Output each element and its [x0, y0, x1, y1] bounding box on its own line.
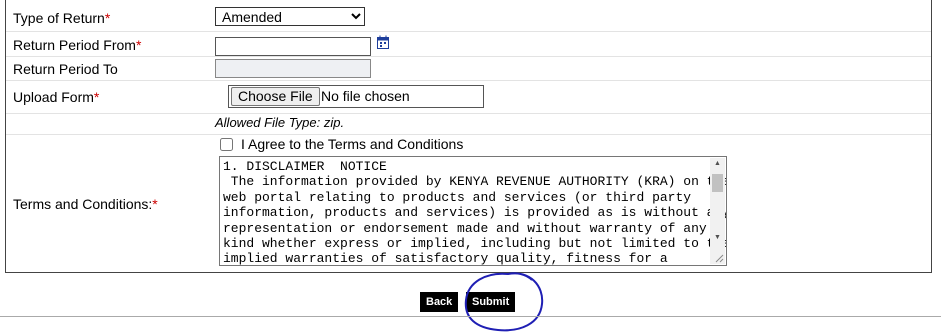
type-of-return-select[interactable]: Amended — [215, 7, 365, 26]
terms-scrollbar[interactable]: ▲ ▼ — [710, 158, 725, 264]
scroll-up-arrow-icon[interactable]: ▲ — [714, 160, 721, 167]
calendar-icon[interactable] — [377, 35, 389, 49]
scroll-thumb[interactable] — [712, 174, 723, 192]
choose-file-button[interactable]: Choose File — [231, 87, 320, 106]
return-period-to-label: Return Period To — [13, 61, 118, 77]
type-of-return-label: Type of Return* — [13, 10, 111, 26]
return-period-to-input — [215, 59, 371, 78]
row-type-of-return: Type of Return* Amended — [6, 0, 931, 32]
terms-agree-label: I Agree to the Terms and Conditions — [241, 136, 464, 152]
row-return-period-from: Return Period From* — [6, 31, 931, 57]
terms-agree-checkbox[interactable] — [220, 137, 233, 151]
file-status-text: No file chosen — [321, 88, 410, 104]
return-period-from-label: Return Period From* — [13, 37, 142, 53]
row-return-period-to: Return Period To — [6, 56, 931, 81]
scroll-down-arrow-icon[interactable]: ▼ — [714, 234, 721, 241]
terms-label: Terms and Conditions:* — [13, 196, 158, 212]
terms-agree-control[interactable]: I Agree to the Terms and Conditions — [220, 136, 463, 152]
file-upload-field: Choose File No file chosen — [228, 85, 484, 108]
terms-text: 1. DISCLAIMER NOTICE The information pro… — [223, 159, 726, 266]
footer-divider — [0, 316, 941, 317]
resize-grip-icon[interactable] — [714, 253, 724, 263]
return-form: Type of Return* Amended Return Period Fr… — [5, 0, 932, 273]
annotation-circle-icon — [464, 272, 544, 332]
upload-form-label: Upload Form* — [13, 89, 100, 105]
back-button[interactable]: Back — [420, 292, 459, 312]
row-allowed-file-type: Allowed File Type: zip. — [6, 113, 931, 135]
allowed-file-type-hint: Allowed File Type: zip. — [215, 115, 345, 130]
terms-textarea[interactable]: 1. DISCLAIMER NOTICE The information pro… — [219, 156, 727, 266]
return-period-from-input[interactable] — [215, 37, 371, 56]
